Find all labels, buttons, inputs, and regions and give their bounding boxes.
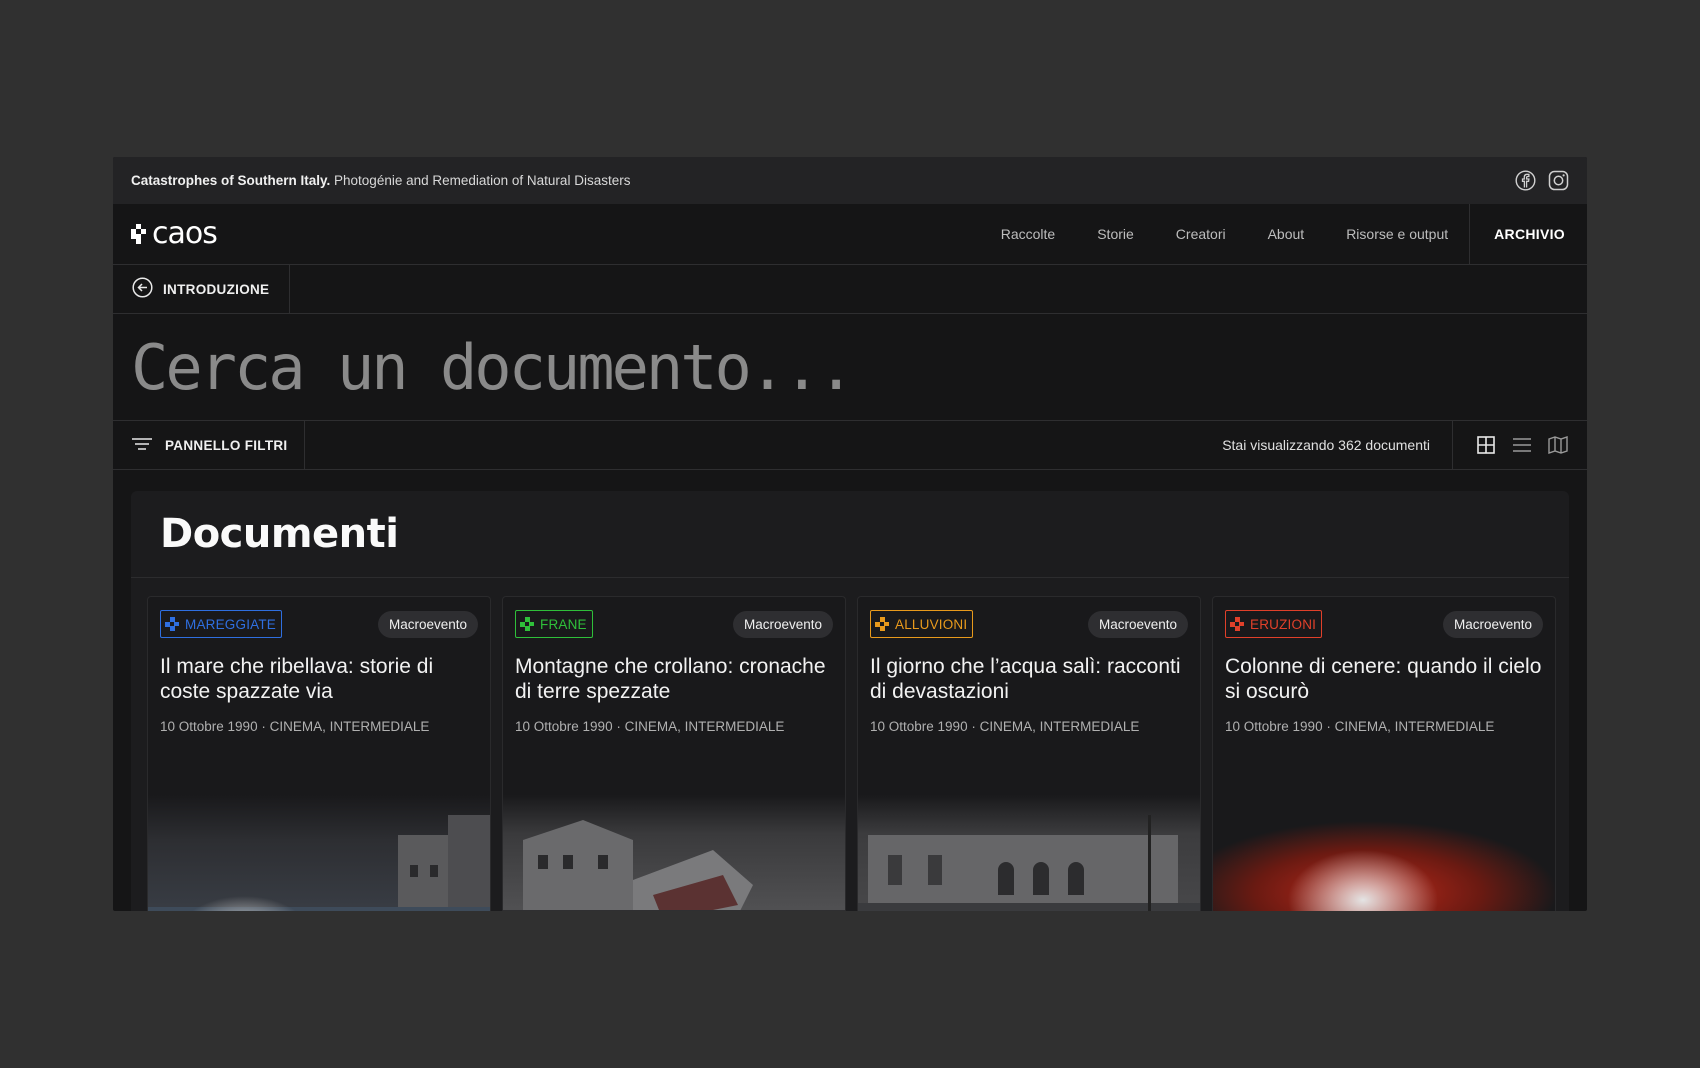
category-mark-icon <box>520 617 534 631</box>
nav-link-about[interactable]: About <box>1247 226 1326 242</box>
logo-text: caos <box>152 216 218 251</box>
card-image <box>148 795 490 911</box>
breadcrumb: INTRODUZIONE <box>113 265 1587 314</box>
main-nav: caos Raccolte Storie Creatori About Riso… <box>113 204 1587 265</box>
card-title: Il giorno che l’acqua salì: racconti di … <box>870 655 1181 703</box>
info-bar: Catastrophes of Southern Italy. Photogén… <box>113 157 1587 204</box>
card-meta: 10 Ottobre 1990 · CINEMA, INTERMEDIALE <box>515 719 785 734</box>
card-title: Il mare che ribellava: storie di coste s… <box>160 655 434 703</box>
card-image <box>858 795 1200 911</box>
view-switcher <box>1453 421 1587 469</box>
category-tag[interactable]: FRANE <box>515 610 593 638</box>
document-card[interactable]: FRANE Macroevento Montagne che crollano:… <box>502 596 846 911</box>
filter-panel-label: PANNELLO FILTRI <box>165 437 288 453</box>
card-image <box>1213 795 1555 911</box>
nav-links: Raccolte Storie Creatori About Risorse e… <box>980 204 1469 264</box>
nav-link-risorse[interactable]: Risorse e output <box>1325 226 1469 242</box>
back-to-intro-button[interactable]: INTRODUZIONE <box>113 265 291 313</box>
event-badge: Macroevento <box>1442 610 1543 638</box>
documents-title: Documenti <box>160 511 399 557</box>
results-count: Stai visualizzando 362 documenti <box>1200 421 1453 469</box>
category-mark-icon <box>1230 617 1244 631</box>
grid-view-icon[interactable] <box>1475 434 1497 456</box>
category-tag-label: ALLUVIONI <box>895 616 968 632</box>
card-image <box>503 795 845 911</box>
site-title: Catastrophes of Southern Italy. <box>131 173 331 188</box>
document-card[interactable]: ERUZIONI Macroevento Colonne di cenere: … <box>1212 596 1556 911</box>
card-meta: 10 Ottobre 1990 · CINEMA, INTERMEDIALE <box>870 719 1140 734</box>
site-tagline: Catastrophes of Southern Italy. Photogén… <box>131 173 630 188</box>
documents-header: Documenti <box>131 491 1569 578</box>
card-meta: 10 Ottobre 1990 · CINEMA, INTERMEDIALE <box>160 719 430 734</box>
facebook-icon[interactable] <box>1515 170 1536 191</box>
map-view-icon[interactable] <box>1547 434 1569 456</box>
event-badge: Macroevento <box>1087 610 1188 638</box>
category-tag-label: MAREGGIATE <box>185 616 277 632</box>
app-window: Catastrophes of Southern Italy. Photogén… <box>113 157 1587 911</box>
filter-bar: PANNELLO FILTRI Stai visualizzando 362 d… <box>113 421 1587 470</box>
document-card[interactable]: MAREGGIATE Macroevento Il mare che ribel… <box>147 596 491 911</box>
breadcrumb-label: INTRODUZIONE <box>163 281 270 297</box>
document-card[interactable]: ALLUVIONI Macroevento Il giorno che l’ac… <box>857 596 1201 911</box>
social-links <box>1515 170 1569 191</box>
category-tag[interactable]: ERUZIONI <box>1225 610 1323 638</box>
search-area <box>113 314 1587 421</box>
event-badge: Macroevento <box>377 610 478 638</box>
logo[interactable]: caos <box>113 219 980 249</box>
filter-panel-button[interactable]: PANNELLO FILTRI <box>113 421 305 469</box>
nav-link-creatori[interactable]: Creatori <box>1155 226 1247 242</box>
logo-mark-icon <box>131 224 146 244</box>
document-cards: MAREGGIATE Macroevento Il mare che ribel… <box>147 596 1556 911</box>
category-tag-label: FRANE <box>540 616 587 632</box>
category-mark-icon <box>875 617 889 631</box>
event-badge: Macroevento <box>732 610 833 638</box>
category-mark-icon <box>165 617 179 631</box>
documents-panel: Documenti MAREGGIATE Macroevento Il mare… <box>131 491 1569 911</box>
nav-link-raccolte[interactable]: Raccolte <box>980 226 1076 242</box>
arrow-left-circle-icon <box>132 277 153 301</box>
archive-button[interactable]: ARCHIVIO <box>1469 204 1587 264</box>
card-meta: 10 Ottobre 1990 · CINEMA, INTERMEDIALE <box>1225 719 1495 734</box>
list-view-icon[interactable] <box>1511 434 1533 456</box>
nav-link-storie[interactable]: Storie <box>1076 226 1155 242</box>
category-tag[interactable]: ALLUVIONI <box>870 610 974 638</box>
filter-icon <box>131 436 153 455</box>
card-title: Colonne di cenere: quando il cielo si os… <box>1225 655 1542 703</box>
category-tag[interactable]: MAREGGIATE <box>160 610 283 638</box>
site-subtitle: Photogénie and Remediation of Natural Di… <box>330 173 631 188</box>
search-input[interactable] <box>131 330 1587 404</box>
card-title: Montagne che crollano: cronache di terre… <box>515 655 826 703</box>
instagram-icon[interactable] <box>1548 170 1569 191</box>
category-tag-label: ERUZIONI <box>1250 616 1317 632</box>
